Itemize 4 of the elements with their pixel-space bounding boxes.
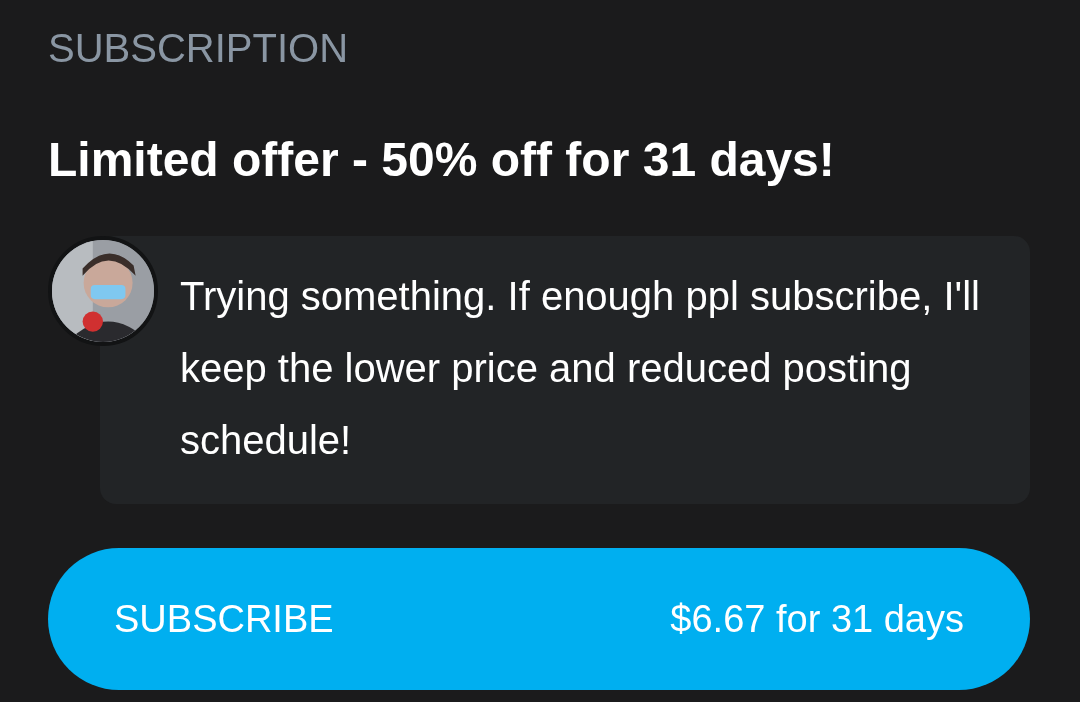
subscribe-button[interactable]: SUBSCRIBE $6.67 for 31 days: [48, 548, 1030, 690]
offer-title: Limited offer - 50% off for 31 days!: [48, 132, 835, 188]
message-text: Trying something. If enough ppl subscribe, I'll keep the lower price and reduced posting schedule!: [180, 273, 981, 464]
section-title: SUBSCRIPTION: [48, 25, 349, 72]
